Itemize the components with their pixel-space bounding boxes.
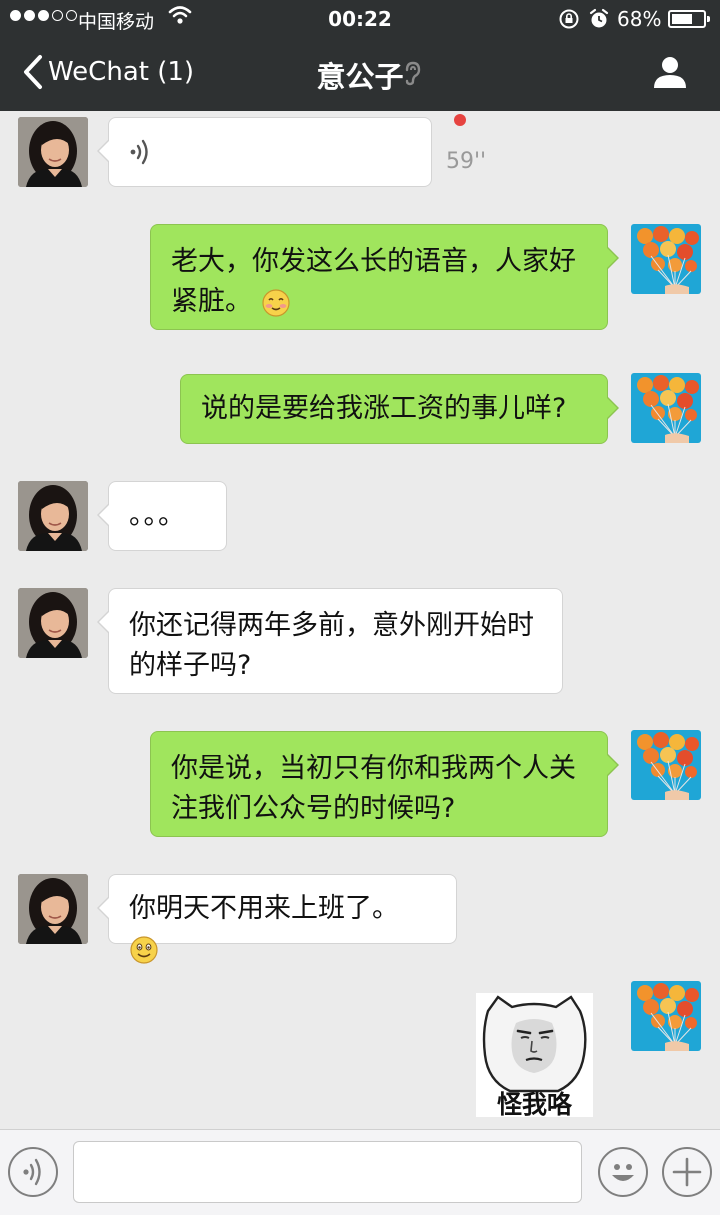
my-avatar[interactable] [631,373,701,443]
message-input[interactable] [73,1141,582,1203]
ear-icon [402,60,422,90]
emoji-icon [612,1164,634,1181]
message-text-line: 注我们公众号的时候吗? [171,793,456,824]
outgoing-message-bubble[interactable]: 你是说，当初只有你和我两个人关 注我们公众号的时候吗? [150,731,619,837]
top-bar: 中国移动 00:22 68% WeChat (1) 意公子 [0,0,720,111]
outgoing-message-bubble[interactable]: 老大，你发这么长的语音，人家好 紧脏。 [150,224,619,330]
clock: 00:22 [328,7,392,31]
profile-button[interactable] [652,54,688,94]
incoming-message-bubble[interactable]: 。。。 [97,481,227,551]
contact-avatar[interactable] [18,481,88,551]
more-button[interactable] [662,1147,712,1197]
alarm-icon [588,8,610,35]
voice-duration: 59'' [446,149,487,174]
my-avatar[interactable] [631,730,701,800]
my-avatar[interactable] [631,981,701,1051]
outgoing-message-bubble[interactable]: 说的是要给我涨工资的事儿咩? [180,374,619,444]
shy-smile-emoji-icon [261,288,290,317]
my-avatar[interactable] [631,224,701,294]
input-bar [0,1129,720,1215]
navigation-bar: WeChat (1) 意公子 [0,38,720,111]
message-text-line: 你明天不用来上班了。 [129,893,399,924]
voice-input-button[interactable] [8,1147,58,1197]
person-icon [654,57,686,88]
voice-wave-icon [130,139,148,165]
contact-avatar[interactable] [18,117,88,187]
sticker-message[interactable]: 怪我咯 [476,993,593,1119]
incoming-message-bubble[interactable]: 你还记得两年多前，意外刚开始时 的样子吗? [97,588,563,694]
message-text-line: 说的是要给我涨工资的事儿咩? [201,393,567,424]
sticker-caption: 怪我咯 [496,1090,572,1119]
incoming-message-bubble[interactable]: 你明天不用来上班了。 [97,874,457,964]
rotation-lock-icon [558,8,580,35]
message-text-line: 的样子吗? [129,650,252,681]
message-text-line: 你还记得两年多前，意外刚开始时 [129,610,534,641]
voice-icon [23,1158,41,1186]
plus-icon [672,1157,702,1187]
emoji-button[interactable] [598,1147,648,1197]
chat-area[interactable]: 59'' 老大，你发这么长的语音，人家好 紧脏。 说的是要给我涨工资的事儿咩? … [0,111,720,1129]
battery-icon [668,10,710,28]
contact-avatar[interactable] [18,874,88,944]
contact-avatar[interactable] [18,588,88,658]
message-text-line: 你是说，当初只有你和我两个人关 [171,753,576,784]
message-text-line: 紧脏。 [171,286,252,317]
battery-percent: 68% [617,7,662,31]
smile-emoji-icon [130,935,158,964]
message-text-line: 老大，你发这么长的语音，人家好 [171,246,576,277]
status-bar: 中国移动 00:22 68% [0,0,720,38]
voice-message-bubble[interactable] [97,117,432,187]
chat-title: 意公子 [316,60,404,94]
unread-dot [454,114,466,126]
message-text-line: 。。。 [129,500,186,531]
